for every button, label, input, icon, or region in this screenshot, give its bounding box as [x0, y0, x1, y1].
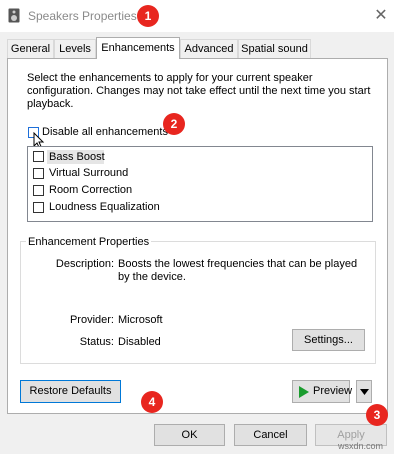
annotation-marker-1: 1 [137, 5, 159, 27]
watermark: wsxdn.com [338, 441, 384, 451]
preview-label: Preview [313, 385, 353, 397]
play-icon [299, 386, 309, 398]
loudness-equalization-checkbox[interactable] [33, 202, 44, 213]
list-item-loudness-equalization[interactable]: Loudness Equalization [49, 201, 160, 213]
status-value: Disabled [118, 336, 161, 348]
tab-advanced[interactable]: Advanced [180, 39, 238, 58]
speaker-icon [8, 8, 20, 23]
chevron-down-icon [360, 389, 369, 395]
enhancement-properties-title: Enhancement Properties [26, 236, 152, 248]
description-value: Boosts the lowest frequencies that can b… [118, 258, 358, 283]
list-item-bass-boost[interactable]: Bass Boost [49, 151, 105, 163]
tab-general[interactable]: General [7, 39, 54, 58]
tab-enhancements[interactable]: Enhancements [96, 37, 180, 59]
tab-spatial-sound[interactable]: Spatial sound [238, 39, 311, 58]
tab-levels[interactable]: Levels [54, 39, 96, 58]
list-item-virtual-surround[interactable]: Virtual Surround [49, 167, 128, 179]
description-label: Description: [55, 258, 114, 270]
room-correction-checkbox[interactable] [33, 185, 44, 196]
status-label: Status: [79, 336, 114, 348]
virtual-surround-checkbox[interactable] [33, 168, 44, 179]
ok-button[interactable]: OK [154, 424, 225, 446]
disable-all-label[interactable]: Disable all enhancements [42, 126, 168, 138]
close-icon[interactable]: ✕ [373, 5, 389, 25]
cancel-button[interactable]: Cancel [234, 424, 307, 446]
list-item-room-correction[interactable]: Room Correction [49, 184, 132, 196]
annotation-marker-3: 3 [366, 404, 388, 426]
annotation-marker-4: 4 [141, 391, 163, 413]
annotation-marker-2: 2 [163, 113, 185, 135]
enhancements-description: Select the enhancements to apply for you… [27, 72, 371, 110]
provider-label: Provider: [69, 314, 114, 326]
provider-value: Microsoft [118, 314, 163, 326]
restore-defaults-button[interactable]: Restore Defaults [20, 380, 121, 403]
settings-button[interactable]: Settings... [292, 329, 365, 351]
window-title: Speakers Properties [28, 9, 137, 23]
preview-dropdown-button[interactable] [356, 380, 372, 403]
bass-boost-checkbox[interactable] [33, 151, 44, 162]
preview-button[interactable]: Preview [292, 380, 353, 403]
